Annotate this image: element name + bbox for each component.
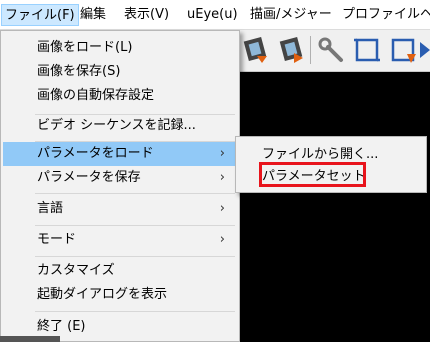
menu-profile[interactable]: プロファイル [339,4,423,26]
crop-frame-icon[interactable] [350,33,384,67]
toolbar [238,30,430,72]
menu-item-label: 言語 [37,201,64,216]
toolbar-separator [310,36,311,64]
menu-item-auto-save-settings[interactable]: 画像の自動保存設定 [3,84,237,108]
arrow-icon[interactable] [418,33,430,67]
menu-view[interactable]: 表示(V) [121,4,172,26]
menu-item-label: パラメータをロード [37,146,154,161]
wrench-icon[interactable] [314,33,348,67]
menu-help[interactable]: ヘ [417,4,430,26]
menu-bar: ファイル(F) 編集 表示(V) uEye(u) 描画/メジャー プロファイル … [0,0,430,30]
film-record-icon[interactable] [238,33,272,67]
menu-item-save-parameters[interactable]: パラメータを保存 › [3,166,237,190]
menu-item-mode[interactable]: モード › [3,228,237,252]
menu-item-record-video[interactable]: ビデオ シーケンスを記録... [3,114,237,138]
menu-item-label: パラメータを保存 [37,170,141,185]
menu-draw-measure[interactable]: 描画/メジャー [247,4,335,26]
menu-ueye[interactable]: uEye(u) [184,4,241,26]
menu-separator [35,193,235,194]
menu-item-save-image[interactable]: 画像を保存(S) [3,60,237,84]
crop-frame-icon[interactable] [386,33,420,67]
chevron-right-icon: › [219,170,225,185]
menu-separator [35,256,235,257]
menu-separator [35,311,235,312]
menu-edit[interactable]: 編集 [77,4,109,26]
file-menu: 画像をロード(L) 画像を保存(S) 画像の自動保存設定 ビデオ シーケンスを記… [0,30,240,342]
menu-item-customize[interactable]: カスタマイズ [3,259,237,283]
chevron-right-icon: › [219,146,225,161]
annotation-highlight-box [259,162,366,187]
menu-item-language[interactable]: 言語 › [3,197,237,221]
menu-separator [35,225,235,226]
menu-item-load-parameters[interactable]: パラメータをロード › [3,142,237,166]
status-bar-edge [0,336,60,342]
menu-item-show-startup-dialog[interactable]: 起動ダイアログを表示 [3,283,237,307]
menu-file[interactable]: ファイル(F) [1,4,79,26]
menu-item-label: モード [37,232,77,247]
chevron-right-icon: › [219,201,225,216]
film-play-icon[interactable] [274,33,308,67]
chevron-right-icon: › [219,232,225,247]
menu-item-load-image[interactable]: 画像をロード(L) [3,36,237,60]
